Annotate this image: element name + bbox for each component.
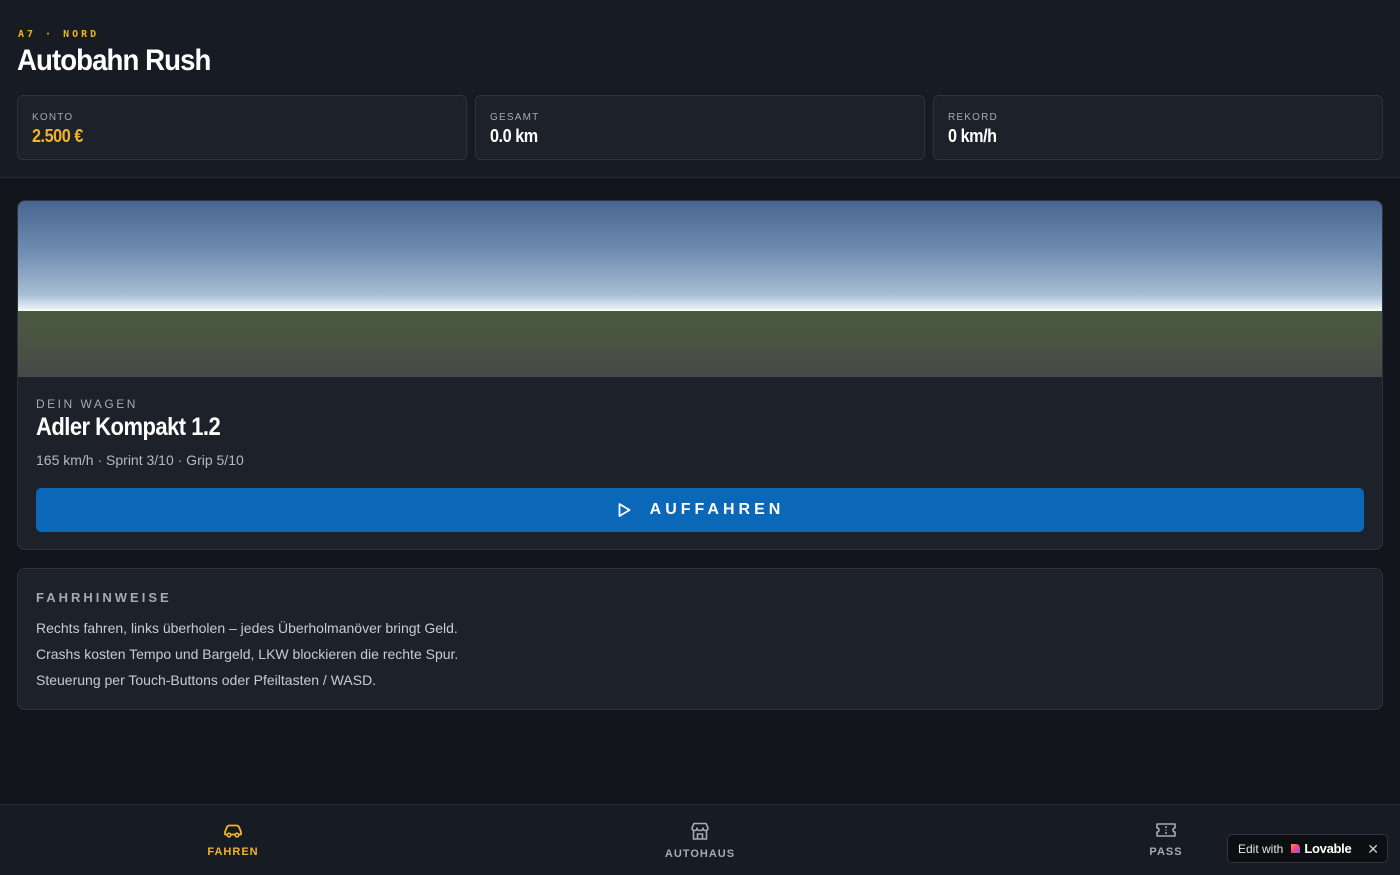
lovable-badge[interactable]: Edit with Lovable ✕ — [1227, 834, 1388, 863]
badge-brand: Lovable — [1304, 841, 1352, 856]
car-icon — [224, 824, 242, 838]
hints-card: FAHRHINWEISE Rechts fahren, links überho… — [17, 568, 1383, 710]
header: A7 · NORD Autobahn Rush KONTO 2.500 € GE… — [0, 0, 1400, 178]
stat-record: REKORD 0 km/h — [933, 95, 1383, 160]
stat-label: REKORD — [948, 112, 998, 123]
store-icon — [691, 822, 709, 840]
app-root: A7 · NORD Autobahn Rush KONTO 2.500 € GE… — [0, 0, 1400, 875]
nav-label: PASS — [1149, 846, 1183, 858]
nav-label: FAHREN — [207, 846, 259, 858]
drive-button[interactable]: AUFFAHREN — [36, 488, 1364, 532]
hint-line: Crashs kosten Tempo und Bargeld, LKW blo… — [36, 646, 459, 662]
stat-label: KONTO — [32, 112, 74, 123]
hints-title: FAHRHINWEISE — [36, 590, 172, 605]
nav-label: AUTOHAUS — [664, 848, 736, 860]
close-icon[interactable]: ✕ — [1367, 840, 1379, 858]
ground — [18, 311, 1382, 377]
bottom-nav: FAHREN AUTOHAUS PASS — [0, 804, 1400, 875]
play-icon — [618, 503, 631, 517]
car-section-label: DEIN WAGEN — [36, 397, 138, 411]
stat-balance: KONTO 2.500 € — [17, 95, 467, 160]
page-title: Autobahn Rush — [17, 44, 211, 77]
stats-bar: KONTO 2.500 € GESAMT 0.0 km REKORD 0 km/… — [17, 95, 1383, 160]
car-name: Adler Kompakt 1.2 — [36, 413, 221, 441]
drive-button-label: AUFFAHREN — [649, 501, 785, 518]
ticket-icon — [1156, 823, 1176, 837]
route-label: A7 · NORD — [18, 29, 100, 40]
lovable-heart-icon — [1291, 844, 1301, 853]
hint-line: Steuerung per Touch-Buttons oder Pfeilta… — [36, 672, 377, 688]
badge-edit-text: Edit with — [1238, 841, 1284, 856]
stat-total-distance: GESAMT 0.0 km — [475, 95, 925, 160]
stat-label: GESAMT — [490, 112, 540, 123]
hint-line: Rechts fahren, links überholen – jedes Ü… — [36, 620, 458, 636]
sky — [18, 201, 1382, 311]
highway-scene — [18, 201, 1382, 377]
stat-value: 2.500 € — [32, 126, 83, 146]
stat-value: 0 km/h — [948, 126, 997, 146]
car-card: DEIN WAGEN Adler Kompakt 1.2 165 km/h · … — [17, 200, 1383, 550]
car-specs: 165 km/h · Sprint 3/10 · Grip 5/10 — [36, 452, 244, 468]
stat-value: 0.0 km — [490, 126, 538, 146]
nav-item-autohaus[interactable]: AUTOHAUS — [600, 805, 800, 875]
nav-item-fahren[interactable]: FAHREN — [133, 805, 333, 875]
